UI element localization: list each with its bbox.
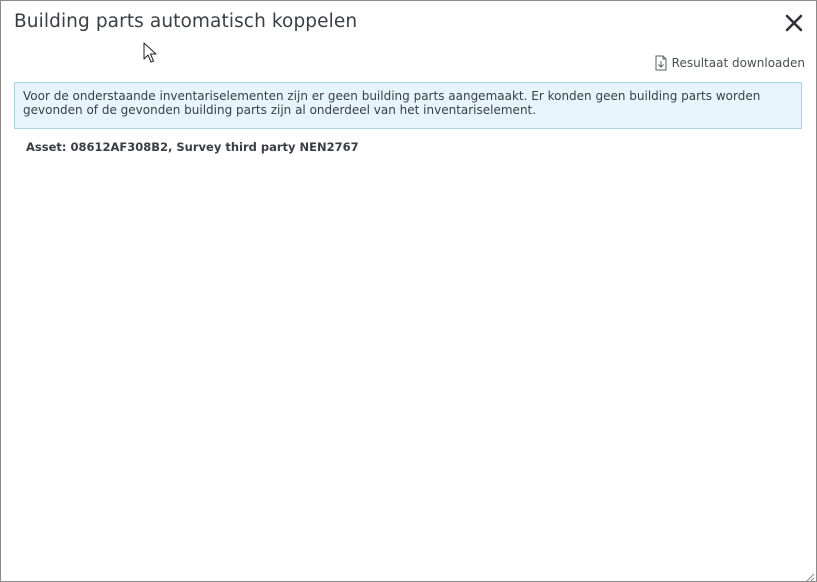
asset-item: Asset: 08612AF308B2, Survey third party … xyxy=(26,140,359,154)
info-message-text: Voor de onderstaande inventariselementen… xyxy=(23,89,761,117)
resize-grip-icon xyxy=(806,573,815,581)
resize-grip[interactable] xyxy=(803,568,815,581)
dialog-title: Building parts automatisch koppelen xyxy=(14,11,358,32)
close-icon xyxy=(785,14,803,32)
download-file-icon xyxy=(655,55,667,71)
download-result-label: Resultaat downloaden xyxy=(671,56,805,70)
info-message-box: Voor de onderstaande inventariselementen… xyxy=(14,82,802,129)
building-parts-dialog: Building parts automatisch koppelen Resu… xyxy=(0,0,817,582)
close-button[interactable] xyxy=(782,11,806,35)
download-result-link[interactable]: Resultaat downloaden xyxy=(655,55,805,71)
